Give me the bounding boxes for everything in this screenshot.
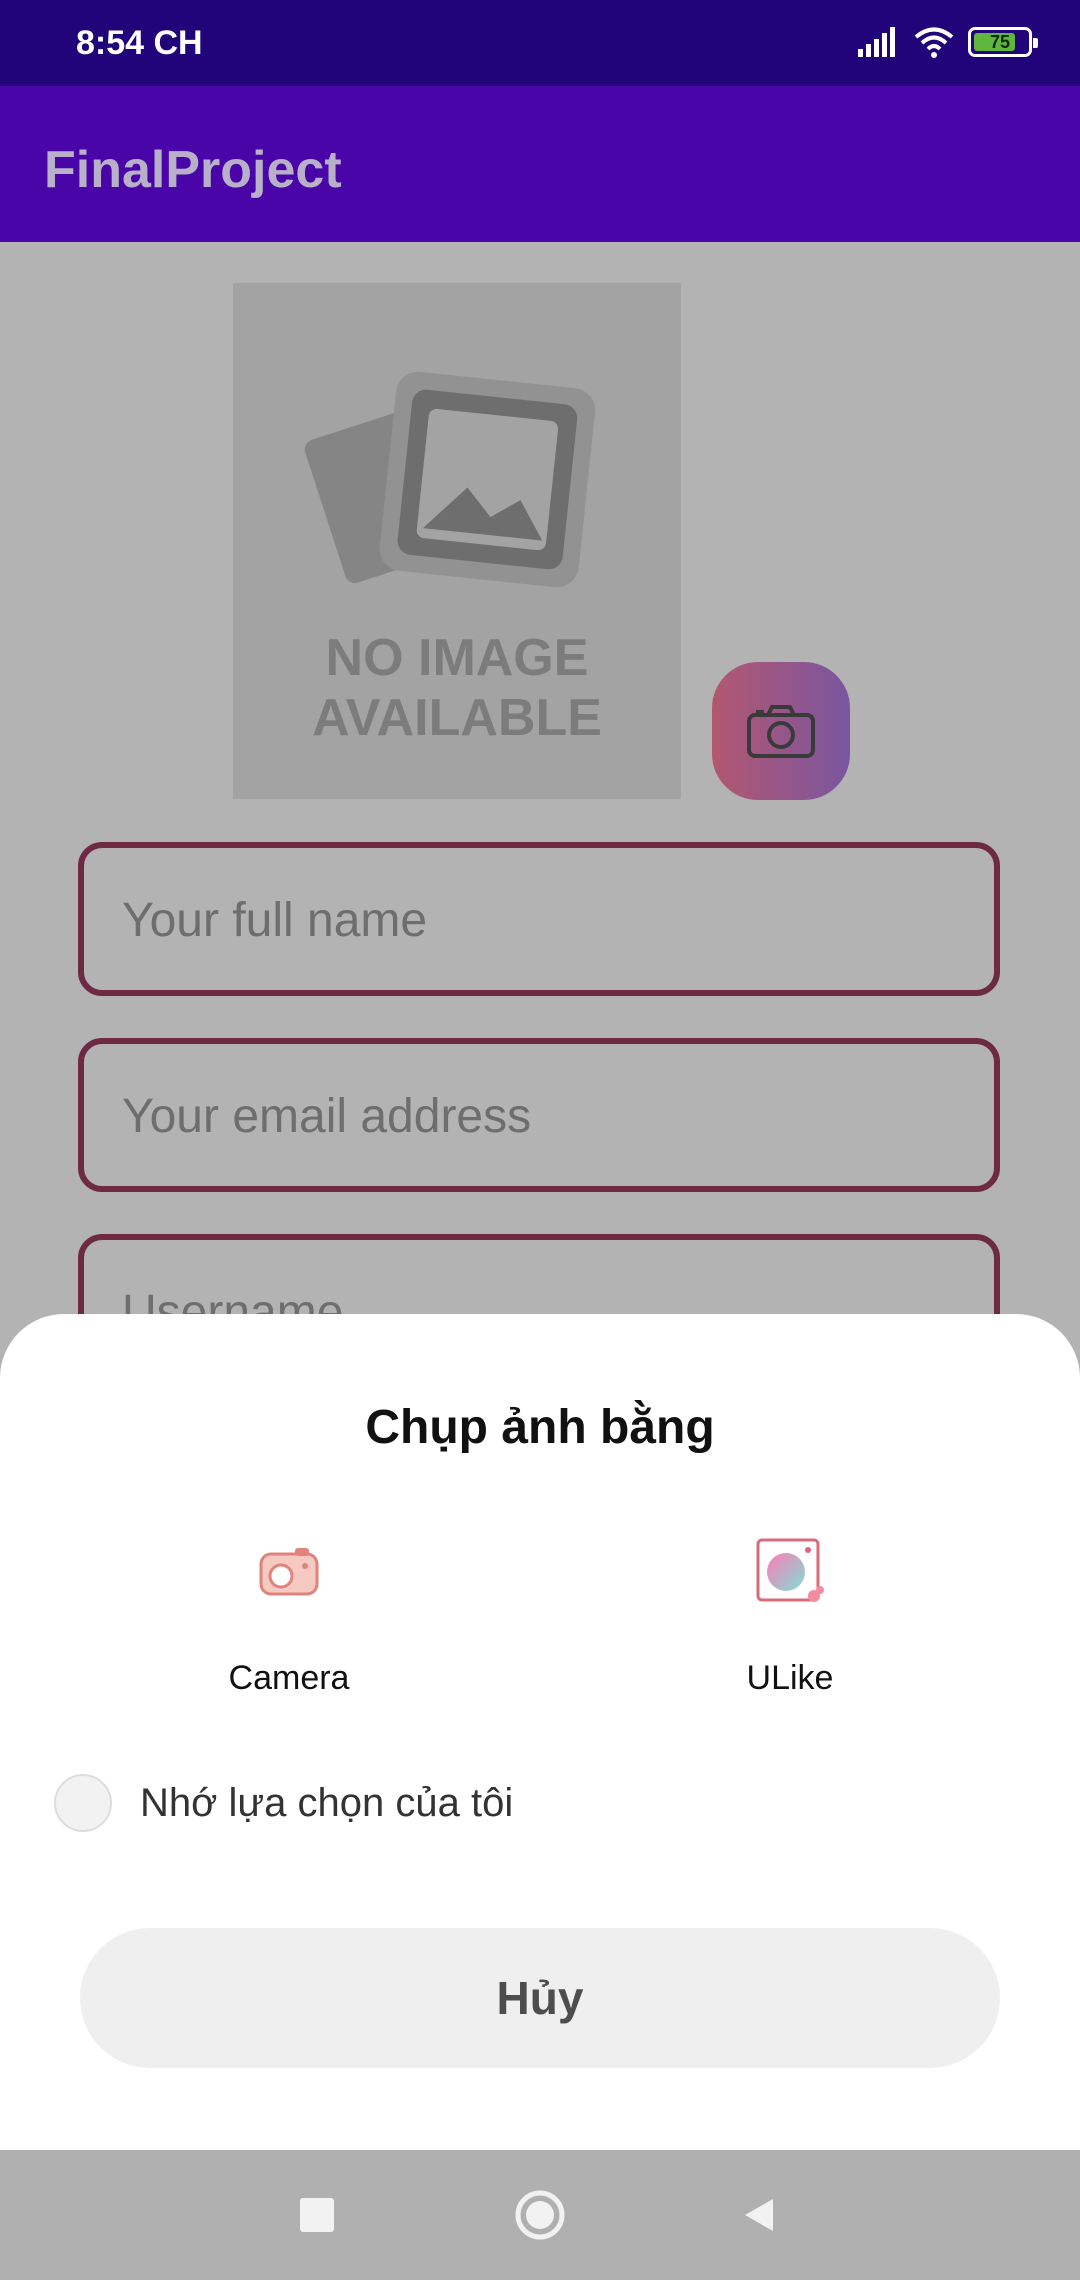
navigation-bar: [0, 2150, 1080, 2280]
email-field[interactable]: [78, 1038, 1000, 1192]
chooser-option-camera[interactable]: Camera: [139, 1534, 439, 1698]
no-image-line-1: NO IMAGE: [325, 629, 589, 687]
status-time: 8:54 CH: [76, 24, 203, 62]
app-title: FinalProject: [44, 141, 342, 199]
chooser-option-camera-label: Camera: [228, 1659, 350, 1697]
app-bar: FinalProject: [0, 86, 1080, 242]
remember-choice[interactable]: Nhớ lựa chọn của tôi: [54, 1774, 513, 1832]
home-icon: [515, 2190, 565, 2240]
back-icon: [745, 2199, 773, 2231]
take-photo-button[interactable]: [712, 662, 850, 800]
battery-level: 75: [989, 31, 1011, 52]
chooser-option-ulike[interactable]: ULike: [640, 1534, 940, 1698]
chooser-title: Chụp ảnh bằng: [365, 1401, 715, 1454]
signal-icon: [858, 27, 895, 57]
photo-chooser-sheet: Chụp ảnh bằng Camera ULike Nhớ lựa chọn …: [0, 1314, 1080, 2150]
ulike-app-icon: [756, 1538, 824, 1602]
recents-icon: [300, 2198, 334, 2232]
full-name-input[interactable]: [120, 848, 964, 992]
full-name-field[interactable]: [78, 842, 1000, 996]
recents-button[interactable]: [282, 2180, 352, 2250]
status-bar: 8:54 CH 75: [0, 0, 1080, 86]
email-input[interactable]: [120, 1044, 964, 1188]
profile-image-placeholder: NO IMAGE AVAILABLE: [233, 283, 681, 799]
back-button[interactable]: [724, 2180, 794, 2250]
no-image-line-2: AVAILABLE: [312, 689, 602, 747]
status-icons: 75: [858, 26, 1038, 58]
battery-icon: 75: [968, 27, 1038, 57]
home-button[interactable]: [505, 2180, 575, 2250]
camera-icon: [747, 705, 815, 758]
remember-choice-radio[interactable]: [54, 1774, 112, 1832]
remember-choice-label: Nhớ lựa chọn của tôi: [140, 1780, 514, 1825]
wifi-icon: [914, 27, 954, 58]
chooser-option-ulike-label: ULike: [746, 1659, 834, 1697]
camera-app-icon: [259, 1548, 319, 1596]
cancel-button[interactable]: Hủy: [80, 1928, 1000, 2068]
no-image-text: NO IMAGE AVAILABLE: [233, 628, 681, 748]
